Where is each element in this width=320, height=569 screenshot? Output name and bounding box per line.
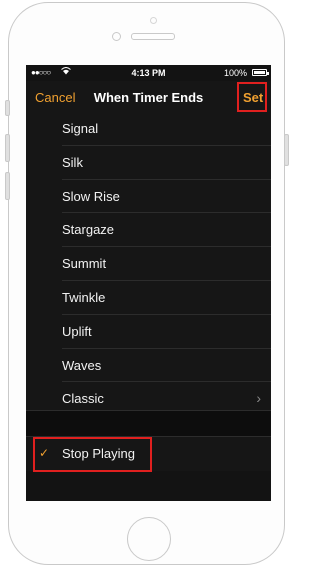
list-item-label: Stargaze <box>62 222 115 238</box>
chevron-right-icon: › <box>256 390 261 407</box>
earpiece-speaker <box>131 33 175 40</box>
list-item-silk[interactable]: Silk <box>26 146 271 180</box>
power-button <box>284 134 289 166</box>
list-item-uplift[interactable]: Uplift <box>26 315 271 349</box>
list-item-slow-rise[interactable]: Slow Rise <box>26 180 271 214</box>
list-item-label: Waves <box>62 357 102 373</box>
list-item-label: Uplift <box>62 323 92 339</box>
home-button[interactable] <box>127 517 171 561</box>
list-item-label: Signal <box>62 121 99 136</box>
set-button[interactable]: Set <box>243 90 263 105</box>
list-item-waves[interactable]: Waves <box>26 349 271 383</box>
stop-playing-highlight <box>33 437 152 472</box>
screen: ●●○○○ 4:13 PM 100% Cancel When Timer End… <box>26 65 271 501</box>
list-item-label: Classic <box>62 391 104 407</box>
battery-icon <box>252 69 269 76</box>
list-item-summit[interactable]: Summit <box>26 247 271 281</box>
silent-switch <box>5 100 10 116</box>
battery-percent: 100% <box>223 68 247 78</box>
list-item-twinkle[interactable]: Twinkle <box>26 281 271 315</box>
list-item-label: Silk <box>62 154 83 170</box>
set-button-highlight: Set <box>237 82 267 112</box>
list-item-signal[interactable]: Signal <box>26 112 271 146</box>
volume-up-button <box>5 134 10 162</box>
proximity-sensor <box>150 17 157 24</box>
page-title: When Timer Ends <box>93 90 204 105</box>
section-gap <box>26 410 271 437</box>
tone-list: Signal Silk Slow Rise Stargaze Summit Tw… <box>26 112 271 417</box>
list-item-label: Summit <box>62 256 107 272</box>
navigation-bar: Cancel When Timer Ends <box>26 81 271 112</box>
status-bar: ●●○○○ 4:13 PM 100% <box>26 65 271 81</box>
list-item-label: Slow Rise <box>62 188 120 204</box>
list-item-stargaze[interactable]: Stargaze <box>26 213 271 248</box>
list-item-label: Twinkle <box>62 289 106 305</box>
front-camera-icon <box>112 32 121 41</box>
volume-down-button <box>5 172 10 200</box>
